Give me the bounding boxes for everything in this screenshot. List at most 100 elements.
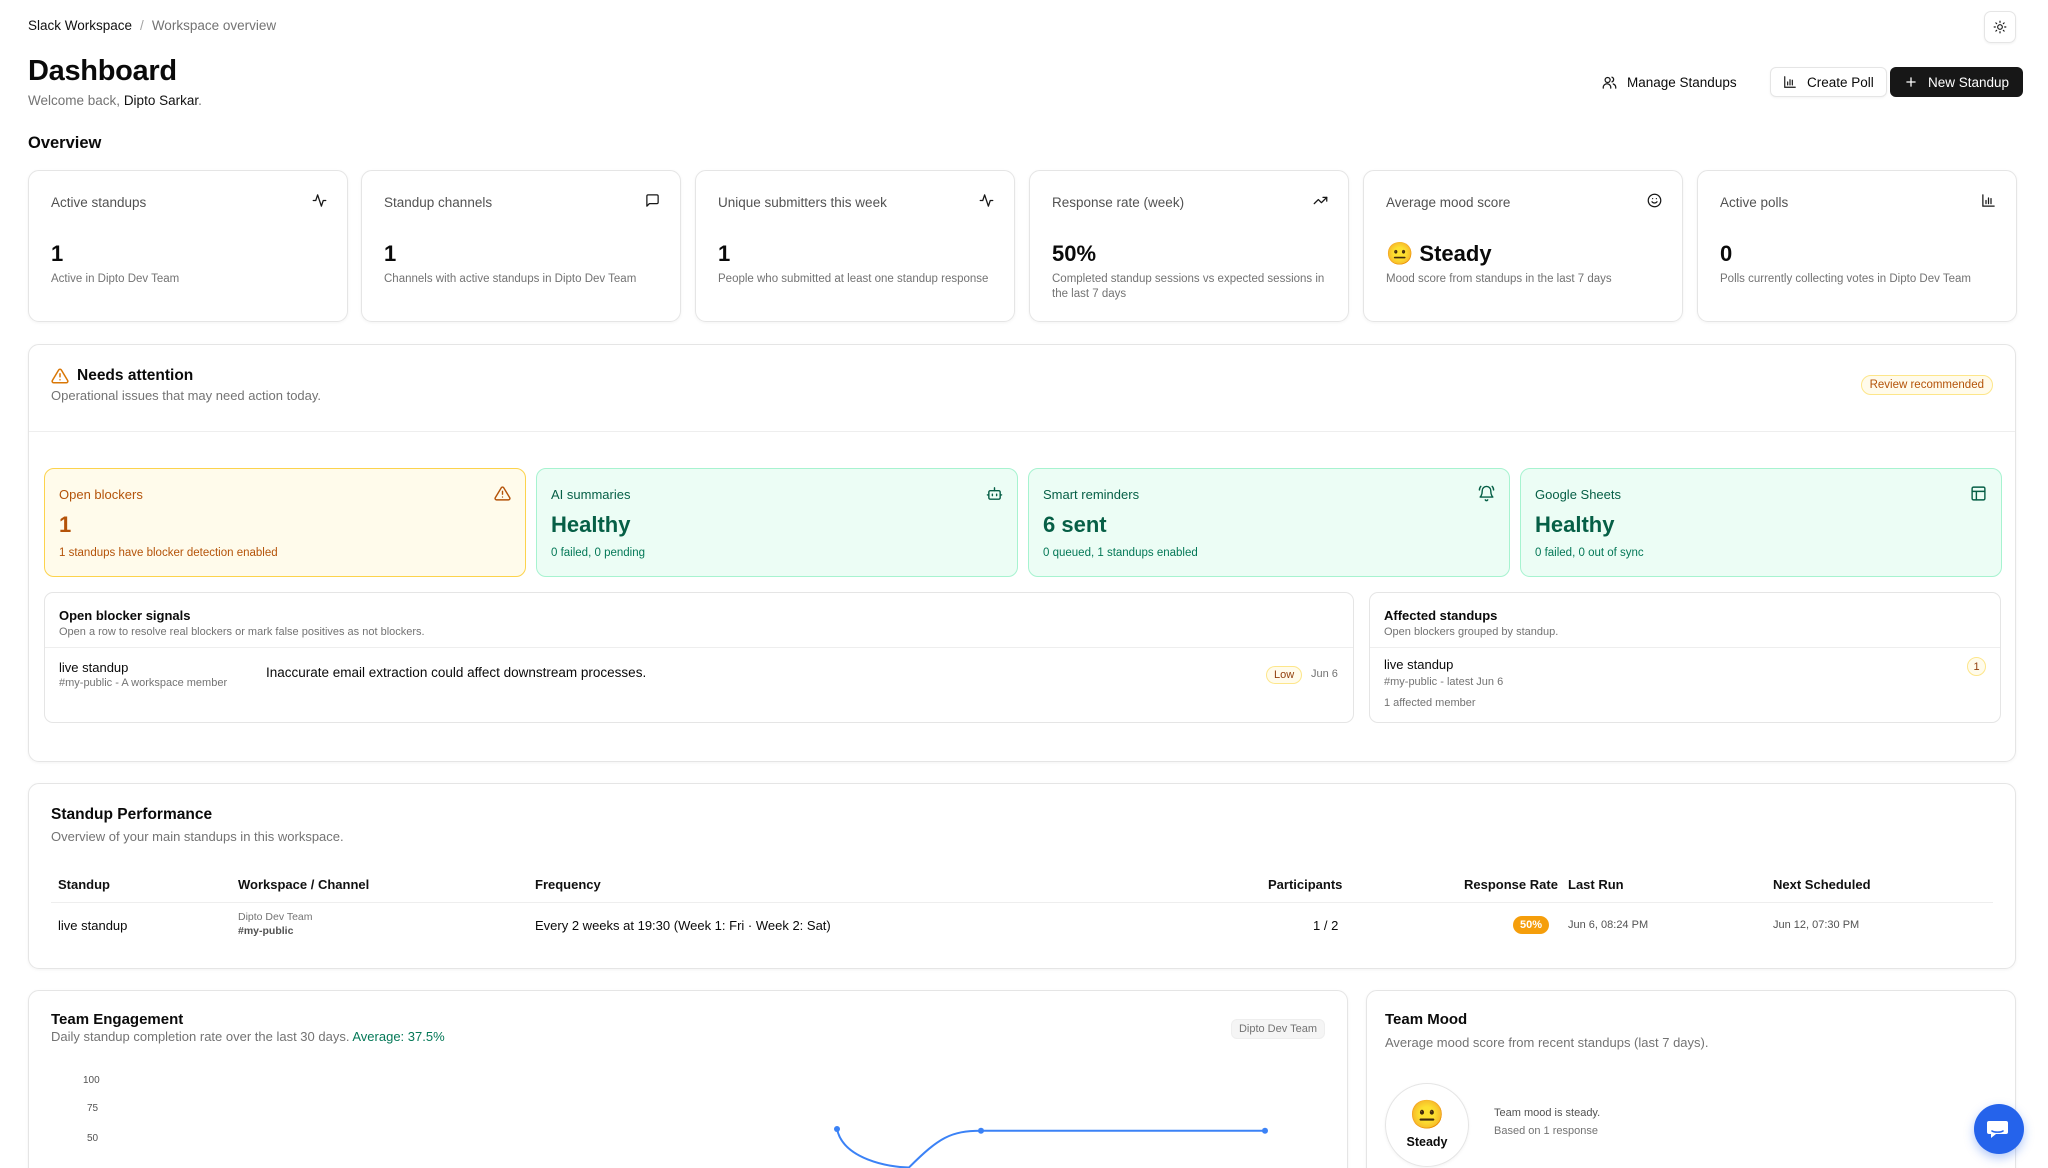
metric-title: Smart reminders <box>1043 487 1140 502</box>
stat-description: Polls currently collecting votes in Dipt… <box>1720 273 1971 285</box>
stat-card-standup-channels: Standup channels 1 Channels with active … <box>361 170 681 322</box>
stat-description: Mood score from standups in the last 7 d… <box>1386 273 1612 285</box>
team-mood-panel: Team Mood Average mood score from recent… <box>1366 990 2016 1168</box>
mood-response-count: Based on 1 response <box>1494 1125 1598 1137</box>
signals-subtitle: Open a row to resolve real blockers or m… <box>59 626 425 638</box>
users-icon <box>1602 76 1617 89</box>
attention-subtitle: Operational issues that may need action … <box>51 388 322 403</box>
user-name: Dipto Sarkar <box>123 93 199 108</box>
engagement-line-chart[interactable] <box>29 991 1348 1168</box>
neutral-face-emoji: 😐 <box>1409 1099 1445 1130</box>
new-standup-button[interactable]: New Standup <box>1890 67 2024 97</box>
review-recommended-badge: Review recommended <box>1860 375 1993 395</box>
smile-icon <box>1647 193 1662 208</box>
performance-subtitle: Overview of your main standups in this w… <box>51 829 344 844</box>
breadcrumb-workspace[interactable]: Slack Workspace <box>28 18 132 33</box>
metric-card-google-sheets[interactable]: Google Sheets Healthy 0 failed, 0 out of… <box>1520 468 2002 577</box>
sheet-icon <box>1971 486 1986 501</box>
stat-label: Active polls <box>1720 195 1789 210</box>
blocker-count-badge: 1 <box>1967 657 1986 676</box>
metric-card-ai-summaries[interactable]: AI summaries Healthy 0 failed, 0 pending <box>536 468 1018 577</box>
stat-card-active-polls: Active polls 0 Polls currently collectin… <box>1697 170 2017 322</box>
message-square-icon <box>646 194 659 207</box>
theme-toggle-button[interactable] <box>1984 11 2016 43</box>
stat-description: Channels with active standups in Dipto D… <box>384 273 637 285</box>
stat-card-average-mood: Average mood score 😐 Steady Mood score f… <box>1363 170 1683 322</box>
engagement-data-point[interactable] <box>1262 1127 1268 1134</box>
metric-value: Healthy <box>1535 512 1615 537</box>
breadcrumb-current-page: Workspace overview <box>151 18 277 33</box>
stat-label: Unique submitters this week <box>718 195 887 210</box>
mood-subtitle: Average mood score from recent standups … <box>1385 1035 1709 1050</box>
bot-icon <box>986 487 1003 500</box>
team-engagement-panel: Team Engagement Daily standup completion… <box>28 990 1348 1168</box>
affected-subtitle: Open blockers grouped by standup. <box>1384 626 1559 638</box>
stat-value: 😐 Steady <box>1386 241 1492 267</box>
overview-heading: Overview <box>28 134 102 152</box>
metric-title: AI summaries <box>551 487 631 502</box>
open-blocker-signals-panel: Open blocker signals Open a row to resol… <box>44 592 1354 723</box>
stat-label: Response rate (week) <box>1052 195 1185 210</box>
manage-standups-button[interactable]: Manage Standups <box>1590 67 1749 97</box>
chat-launcher-button[interactable] <box>1974 1104 2024 1154</box>
stat-card-response-rate: Response rate (week) 50% Completed stand… <box>1029 170 1349 322</box>
attention-title-text: Needs attention <box>77 367 194 384</box>
metric-description: 0 queued, 1 standups enabled <box>1043 547 1198 559</box>
engagement-data-point[interactable] <box>834 1125 840 1132</box>
create-poll-label: Create Poll <box>1807 74 1874 90</box>
column-header-response-rate[interactable]: Response Rate <box>1464 877 1558 892</box>
stat-card-active-standups: Active standups 1 Active in Dipto Dev Te… <box>28 170 348 322</box>
welcome-suffix: . <box>198 93 202 108</box>
affected-meta: #my-public - latest Jun 6 <box>1384 676 1504 688</box>
alert-triangle-icon <box>494 486 511 501</box>
affected-title: Affected standups <box>1384 608 1498 623</box>
signal-message: Inaccurate email extraction could affect… <box>266 665 647 680</box>
stat-value: 50% <box>1052 241 1097 266</box>
column-header-next-scheduled[interactable]: Next Scheduled <box>1773 877 1871 892</box>
bell-ring-icon <box>1478 485 1495 502</box>
column-header-workspace-channel[interactable]: Workspace / Channel <box>238 877 369 892</box>
stat-label: Active standups <box>51 195 147 210</box>
severity-badge: Low <box>1266 666 1303 684</box>
column-header-participants[interactable]: Participants <box>1268 877 1342 892</box>
engagement-series-line <box>836 1128 1265 1168</box>
metric-value: Healthy <box>551 512 631 537</box>
mood-summary: Team mood is steady. <box>1494 1107 1601 1119</box>
page-title: Dashboard <box>28 55 177 87</box>
mood-title: Team Mood <box>1385 1011 1468 1028</box>
stat-description: Completed standup sessions vs expected s… <box>1052 273 1325 300</box>
neutral-face-emoji: 😐 <box>1386 241 1414 266</box>
manage-standups-label: Manage Standups <box>1627 74 1737 90</box>
stat-value: 1 <box>384 241 397 266</box>
metric-description: 1 standups have blocker detection enable… <box>59 547 278 559</box>
affected-standups-panel: Affected standups Open blockers grouped … <box>1369 592 2001 723</box>
column-header-last-run[interactable]: Last Run <box>1568 877 1624 892</box>
column-header-standup[interactable]: Standup <box>58 877 110 892</box>
breadcrumb-separator: / <box>140 18 144 33</box>
stat-value: 1 <box>51 241 64 266</box>
standup-performance-panel: Standup Performance Overview of your mai… <box>28 783 2016 969</box>
bar-chart-icon <box>1982 194 1995 207</box>
cell-participants: 1 / 2 <box>1313 918 1339 933</box>
stat-value: 1 <box>718 241 731 266</box>
signal-meta: #my-public - A workspace member <box>59 677 228 689</box>
metric-description: 0 failed, 0 out of sync <box>1535 547 1644 559</box>
mood-label: Steady <box>1406 1135 1448 1149</box>
metric-card-smart-reminders[interactable]: Smart reminders 6 sent 0 queued, 1 stand… <box>1028 468 1510 577</box>
create-poll-button[interactable]: Create Poll <box>1770 67 1887 97</box>
cell-channel: #my-public <box>238 925 294 937</box>
signal-date: Jun 6 <box>1311 668 1338 680</box>
signal-standup-name: live standup <box>59 660 129 675</box>
plus-icon <box>1906 77 1916 87</box>
mood-value: Steady <box>1419 241 1492 266</box>
stat-card-unique-submitters: Unique submitters this week 1 People who… <box>695 170 1015 322</box>
metric-card-open-blockers[interactable]: Open blockers 1 1 standups have blocker … <box>44 468 526 577</box>
mood-indicator: 😐 Steady <box>1385 1083 1469 1167</box>
engagement-data-point[interactable] <box>978 1127 984 1134</box>
cell-next-scheduled: Jun 12, 07:30 PM <box>1773 919 1860 931</box>
column-header-frequency[interactable]: Frequency <box>535 877 601 892</box>
affected-header: Affected standups Open blockers grouped … <box>1384 608 1558 638</box>
metric-description: 0 failed, 0 pending <box>551 547 645 559</box>
bar-chart-icon <box>1784 76 1796 88</box>
stat-description: Active in Dipto Dev Team <box>51 273 180 285</box>
